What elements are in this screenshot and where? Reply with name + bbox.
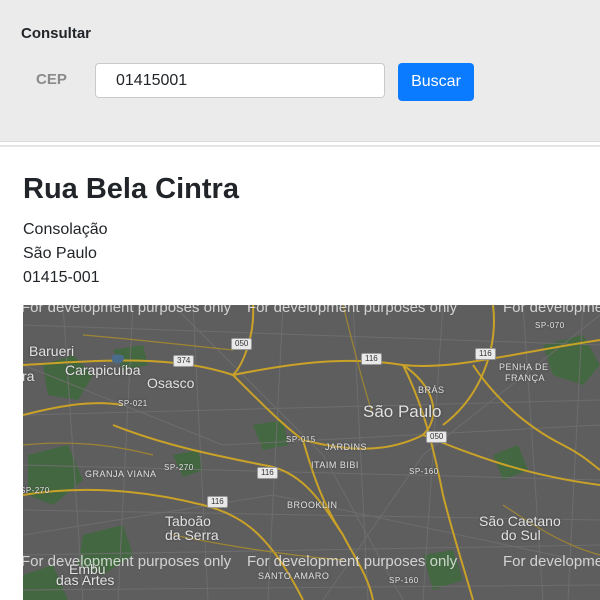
map-label-penha: PENHA DE	[499, 362, 549, 372]
map[interactable]: For development purposes only For develo…	[23, 305, 600, 600]
map-label-osasco: Osasco	[147, 375, 195, 391]
map-watermark: For development purposes only	[247, 305, 458, 316]
map-watermark: For development purposes only	[247, 553, 458, 570]
map-label-granja-viana: GRANJA VIANA	[85, 469, 157, 479]
map-label-itaim-bibi: ITAIM BIBI	[311, 460, 359, 470]
map-watermark: For development purposes only	[23, 553, 232, 570]
postal-code: 01415-001	[23, 269, 100, 286]
road-shield: 116	[257, 467, 278, 479]
road-label: SP-160	[409, 467, 439, 476]
road-label: SP-160	[389, 576, 419, 585]
road-shield: 374	[173, 355, 195, 367]
map-label-sao-paulo: São Paulo	[363, 402, 442, 421]
map-watermark: For development purposes only	[23, 305, 232, 316]
map-label-das-artes: das Artes	[56, 572, 115, 588]
cep-input[interactable]	[95, 63, 385, 98]
city: São Paulo	[23, 245, 97, 262]
map-watermark: For development purposes only	[503, 305, 600, 316]
map-label-brooklin: BROOKLIN	[287, 500, 338, 510]
map-label-franca: FRANÇA	[505, 373, 546, 383]
search-panel: Consultar CEP Buscar	[0, 0, 600, 142]
neighborhood: Consolação	[23, 221, 108, 238]
map-label-bras: BRÁS	[418, 385, 445, 395]
map-label-ra: ra	[23, 368, 35, 384]
divider	[0, 145, 600, 147]
form-title: Consultar	[21, 25, 92, 42]
road-shield: 050	[231, 338, 253, 350]
street-name: Rua Bela Cintra	[23, 173, 239, 205]
cep-label: CEP	[36, 71, 67, 88]
road-label: SP-270	[164, 463, 194, 472]
road-shield: 116	[475, 348, 496, 360]
road-shield: 116	[207, 496, 228, 508]
map-label-santo-amaro: SANTO AMARO	[258, 571, 330, 581]
road-label: SP-015	[286, 435, 316, 444]
road-label: SP-021	[118, 399, 148, 408]
map-label-carapicuiba: Carapicuíba	[65, 362, 141, 378]
map-label-da-serra: da Serra	[165, 527, 219, 543]
map-label-jardins: JARDINS	[325, 442, 368, 452]
search-button[interactable]: Buscar	[398, 63, 474, 101]
road-label: SP-070	[535, 321, 565, 330]
road-label: SP-270	[23, 486, 50, 495]
road-shield: 050	[426, 431, 448, 443]
map-watermark: For development purposes only	[503, 553, 600, 570]
map-label-barueri: Barueri	[29, 343, 75, 359]
road-shield: 116	[361, 353, 382, 365]
map-label-do-sul: do Sul	[501, 527, 541, 543]
